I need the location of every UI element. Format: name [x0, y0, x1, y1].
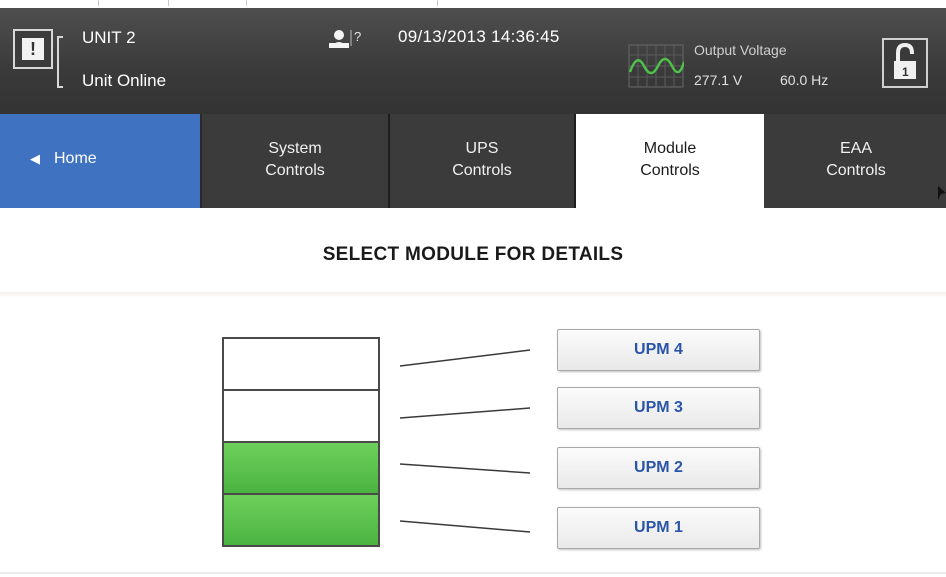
upm4-button[interactable]: UPM 4 [557, 329, 760, 371]
strip-tick [246, 0, 247, 6]
tab-module-controls[interactable]: Module Controls [576, 114, 766, 208]
unit-status: Unit Online [82, 71, 167, 90]
svg-text:?: ? [354, 29, 361, 44]
status-header: ! UNIT 2 Unit Online ? 09/13/2013 14:36:… [0, 8, 946, 114]
module-connectors [399, 349, 531, 533]
user-help-icon[interactable]: ? [327, 28, 367, 50]
svg-text:1: 1 [902, 65, 909, 79]
tab-label-line1: System [268, 140, 322, 157]
tab-ups-controls[interactable]: UPS Controls [390, 114, 576, 208]
nav-tabs: ◀ Home System Controls UPS Controls Module C… [0, 114, 946, 208]
tab-label-line2: Controls [452, 162, 512, 179]
tab-home[interactable]: ◀ Home [0, 114, 202, 208]
top-strip [0, 0, 946, 8]
strip-tick [98, 0, 99, 6]
output-voltage-title: Output Voltage [694, 42, 787, 58]
alarm-button[interactable]: ! [13, 29, 53, 69]
unit-bracket [57, 36, 63, 88]
page-title: SELECT MODULE FOR DETAILS [322, 244, 624, 265]
upm1-button[interactable]: UPM 1 [557, 507, 760, 549]
tab-system-controls[interactable]: System Controls [202, 114, 390, 208]
unit-name: UNIT 2 [82, 28, 136, 47]
tab-label-line1: EAA [839, 140, 872, 157]
tab-label-line2: Controls [826, 162, 886, 179]
strip-tick [437, 0, 438, 6]
waveform-icon [628, 44, 684, 88]
mouse-cursor-icon [938, 186, 946, 200]
datetime: 09/13/2013 14:36:45 [398, 27, 560, 46]
back-arrow-icon: ◀ [30, 151, 40, 166]
tab-label-line2: Controls [265, 162, 325, 179]
tab-label-line1: UPS [465, 140, 499, 157]
tab-label-line1: Module [643, 140, 697, 157]
lock-button[interactable]: 1 [882, 38, 928, 88]
bottom-divider [0, 572, 946, 574]
module-slot-upm4[interactable] [222, 337, 380, 391]
upm2-button[interactable]: UPM 2 [557, 447, 760, 489]
tab-label-line2: Controls [640, 162, 700, 179]
tab-home-label: Home [54, 150, 97, 167]
output-voltage-value: 277.1 V [694, 72, 743, 88]
lock-icon: 1 [894, 42, 916, 79]
module-slot-upm3[interactable] [222, 389, 380, 443]
upm3-button[interactable]: UPM 3 [557, 387, 760, 429]
module-slot-upm1[interactable] [222, 493, 380, 547]
strip-tick [168, 0, 169, 6]
section-divider [0, 292, 946, 298]
tab-eaa-controls[interactable]: EAA Controls [766, 114, 946, 208]
alarm-icon: ! [22, 38, 44, 60]
output-frequency-value: 60.0 Hz [780, 72, 829, 88]
module-slot-upm2[interactable] [222, 441, 380, 495]
